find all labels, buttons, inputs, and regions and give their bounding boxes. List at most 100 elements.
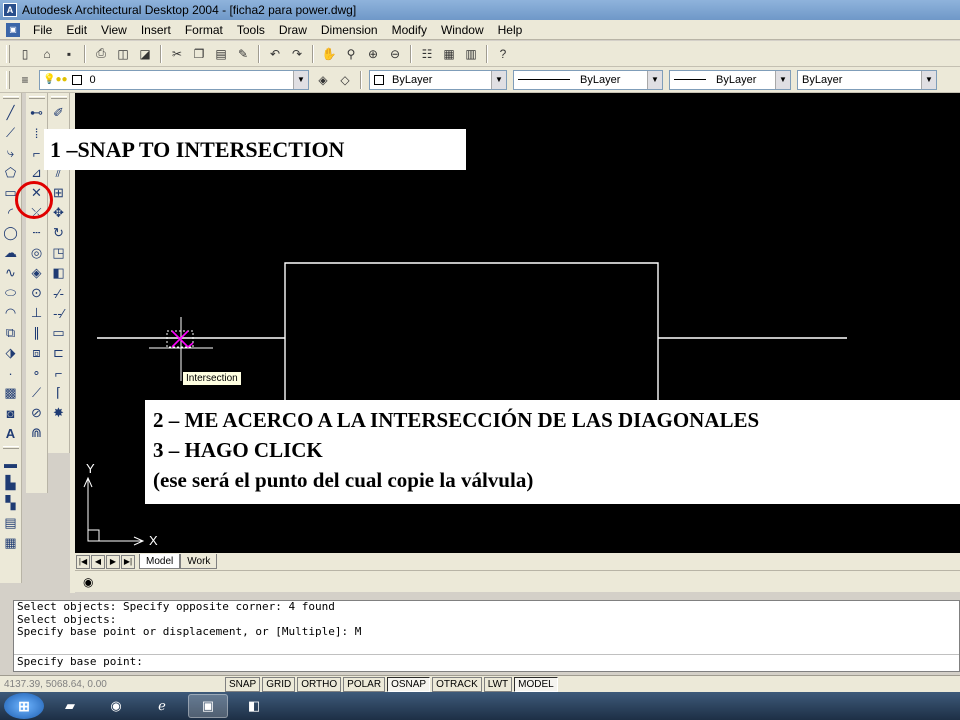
erase-icon[interactable]: ✐ (50, 103, 68, 123)
command-window[interactable]: Select objects: Specify opposite corner:… (13, 600, 960, 672)
menu-modify[interactable]: Modify (385, 23, 434, 37)
menu-file[interactable]: File (26, 23, 59, 37)
toolbar-grip[interactable] (2, 96, 19, 99)
snap-tangent-icon[interactable]: ⊙ (28, 283, 46, 303)
valve-body-outline[interactable] (284, 262, 659, 403)
break-at-point-icon[interactable]: ⊏ (50, 343, 68, 363)
print-preview-icon[interactable]: ◫ (114, 45, 132, 63)
wall-icon[interactable]: ▬ (2, 453, 20, 473)
snap-midpoint-icon[interactable]: ⊿ (28, 163, 46, 183)
plotstyle-control[interactable]: ByLayer ▼ (797, 69, 937, 90)
chevron-down-icon[interactable]: ▼ (647, 70, 662, 89)
open-file-icon[interactable]: ⌂ (38, 45, 56, 63)
line-icon[interactable]: ╱ (2, 103, 20, 123)
space-icon[interactable]: ▦ (2, 533, 20, 553)
menu-view[interactable]: View (94, 23, 134, 37)
layer-control[interactable]: 💡 ● ● 0 ▼ (39, 69, 309, 90)
new-file-icon[interactable]: ▯ (16, 45, 34, 63)
menu-format[interactable]: Format (178, 23, 230, 37)
zoom-realtime-icon[interactable]: ⚲ (342, 45, 360, 63)
layer-previous-icon[interactable]: ◇ (336, 71, 354, 89)
snap-center-icon[interactable]: ◎ (28, 243, 46, 263)
temporary-tracking-icon[interactable]: ⊷ (28, 103, 46, 123)
snap-from-icon[interactable]: ⁞ (28, 123, 46, 143)
extend-icon[interactable]: --⁄ (50, 303, 68, 323)
snap-parallel-icon[interactable]: ∥ (28, 323, 46, 343)
paste-icon[interactable]: ▤ (212, 45, 230, 63)
tab-work[interactable]: Work (180, 554, 218, 569)
snap-node-icon[interactable]: ∘ (28, 363, 46, 383)
match-properties-icon[interactable]: ✎ (234, 45, 252, 63)
prev-tab-button[interactable]: ◀ (91, 554, 105, 569)
media-player-icon[interactable]: ◉ (96, 694, 136, 718)
autocad-task-icon[interactable]: ▣ (188, 694, 228, 718)
toolbar-grip[interactable] (50, 96, 67, 99)
menu-insert[interactable]: Insert (134, 23, 178, 37)
toolbar-grip[interactable] (28, 96, 45, 99)
zoom-previous-icon[interactable]: ⊖ (386, 45, 404, 63)
print-icon[interactable]: ⎙ (92, 45, 110, 63)
chevron-down-icon[interactable]: ▼ (775, 70, 790, 89)
break-icon[interactable]: ▭ (50, 323, 68, 343)
fillet-icon[interactable]: ⌈ (50, 383, 68, 403)
multiline-text-icon[interactable]: A (2, 423, 20, 443)
chevron-down-icon[interactable]: ▼ (293, 70, 308, 89)
stair-icon[interactable]: ▤ (2, 513, 20, 533)
otrack-toggle[interactable]: OTRACK (432, 676, 482, 692)
powerpoint-task-icon[interactable]: ◧ (234, 694, 274, 718)
coordinate-readout[interactable]: 4137.39, 5068.64, 0.00 (0, 679, 225, 690)
make-block-icon[interactable]: ⬗ (2, 343, 20, 363)
chamfer-icon[interactable]: ⌐ (50, 363, 68, 383)
polyline-icon[interactable]: ⤷ (2, 143, 20, 163)
model-toggle[interactable]: MODEL (514, 676, 558, 692)
ellipse-icon[interactable]: ⬭ (2, 283, 20, 303)
circle-icon[interactable]: ◯ (2, 223, 20, 243)
grid-toggle[interactable]: GRID (262, 676, 296, 692)
design-center-icon[interactable]: ▦ (440, 45, 458, 63)
snap-quadrant-icon[interactable]: ◈ (28, 263, 46, 283)
spline-icon[interactable]: ∿ (2, 263, 20, 283)
point-icon[interactable]: · (2, 363, 20, 383)
redo-icon[interactable]: ↷ (288, 45, 306, 63)
ellipse-arc-icon[interactable]: ◠ (2, 303, 20, 323)
zoom-window-icon[interactable]: ⊕ (364, 45, 382, 63)
region-icon[interactable]: ◙ (2, 403, 20, 423)
snap-toggle[interactable]: SNAP (225, 676, 261, 692)
osnap-toggle[interactable]: OSNAP (387, 676, 431, 692)
snap-insert-icon[interactable]: ⧈ (28, 343, 46, 363)
color-control[interactable]: ByLayer ▼ (369, 69, 507, 90)
menu-draw[interactable]: Draw (272, 23, 314, 37)
menu-help[interactable]: Help (491, 23, 530, 37)
chevron-down-icon[interactable]: ▼ (491, 70, 506, 89)
linetype-control[interactable]: ByLayer ▼ (513, 69, 663, 90)
snap-nearest-icon[interactable]: ⟋ (28, 383, 46, 403)
pan-icon[interactable]: ✋ (320, 45, 338, 63)
internet-explorer-icon[interactable]: ℯ (142, 694, 182, 718)
copy-icon[interactable]: ❐ (190, 45, 208, 63)
insert-block-icon[interactable]: ⧉ (2, 323, 20, 343)
menu-tools[interactable]: Tools (230, 23, 272, 37)
polar-toggle[interactable]: POLAR (343, 676, 386, 692)
hatch-icon[interactable]: ▩ (2, 383, 20, 403)
tab-model[interactable]: Model (139, 554, 181, 569)
app-icon[interactable]: A (3, 3, 17, 17)
properties-icon[interactable]: ☷ (418, 45, 436, 63)
window-icon[interactable]: ▚ (2, 493, 20, 513)
save-icon[interactable]: ▪ (60, 45, 78, 63)
scale-icon[interactable]: ◳ (50, 243, 68, 263)
ortho-toggle[interactable]: ORTHO (297, 676, 342, 692)
explode-icon[interactable]: ✸ (50, 403, 68, 423)
snap-extension-icon[interactable]: ┄ (28, 223, 46, 243)
first-tab-button[interactable]: |◀ (76, 554, 90, 569)
cut-icon[interactable]: ✂ (168, 45, 186, 63)
start-button-icon[interactable]: ⊞ (4, 693, 44, 719)
chevron-down-icon[interactable]: ▼ (921, 70, 936, 89)
explorer-icon[interactable]: ▰ (50, 694, 90, 718)
next-tab-button[interactable]: ▶ (106, 554, 120, 569)
door-icon[interactable]: ▙ (2, 473, 20, 493)
layer-manager-icon[interactable]: ≡ (16, 71, 34, 89)
document-icon[interactable]: ▣ (6, 22, 20, 37)
toolbar-grip[interactable] (2, 446, 19, 449)
snap-endpoint-icon[interactable]: ⌐ (28, 143, 46, 163)
menu-edit[interactable]: Edit (59, 23, 94, 37)
